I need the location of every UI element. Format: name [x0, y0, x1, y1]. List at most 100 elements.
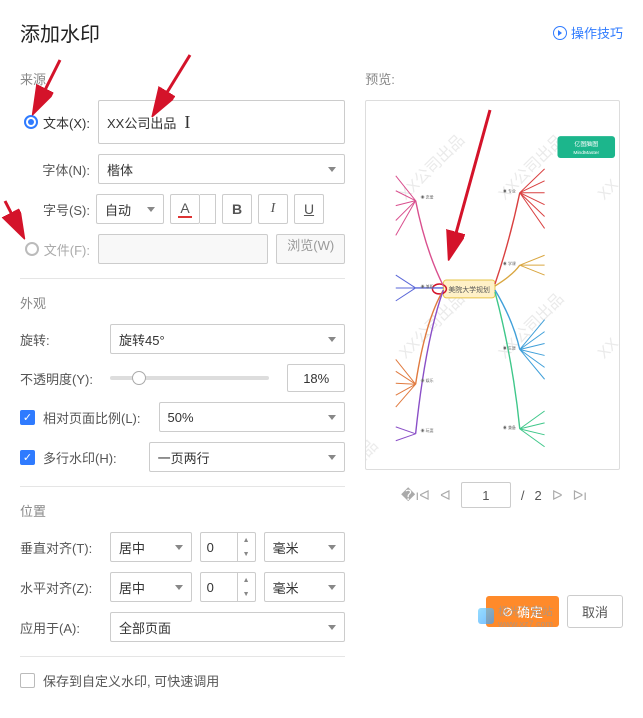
halign-unit[interactable]: 毫米	[264, 572, 346, 602]
multiline-value: 一页两行	[158, 448, 210, 467]
browse-button[interactable]: 浏览(W)	[276, 234, 345, 264]
page-total: 2	[534, 488, 541, 503]
scale-checkbox[interactable]: ✓	[20, 410, 35, 425]
tips-text: 操作技巧	[571, 23, 623, 42]
unit-value: 毫米	[273, 578, 299, 597]
text-radio[interactable]	[24, 115, 38, 129]
prev-page-button[interactable]: ᐊ	[440, 487, 451, 504]
halign-select[interactable]: 居中	[110, 572, 192, 602]
rotate-select[interactable]: 旋转45°	[110, 324, 345, 354]
svg-text:◉ 玩耍: ◉ 玩耍	[421, 428, 434, 433]
opacity-label: 不透明度(Y):	[20, 369, 102, 388]
page-input[interactable]: 1	[461, 482, 511, 508]
brand-icon	[478, 608, 494, 624]
font-label: 字体(N):	[20, 160, 90, 179]
preview-label: 预览:	[365, 69, 623, 88]
text-radio-label: 文本(X):	[43, 113, 90, 132]
svg-text:XX公司出品: XX公司出品	[396, 131, 469, 204]
svg-text:XX公司出品: XX公司出品	[495, 290, 568, 363]
chevron-down-icon	[328, 455, 336, 460]
svg-text:出品: 出品	[366, 436, 381, 469]
svg-text:亿图脑图: 亿图脑图	[575, 140, 599, 148]
page-sep: /	[521, 488, 525, 503]
font-color-dropdown[interactable]	[200, 194, 216, 224]
rotate-value: 旋转45°	[119, 330, 165, 349]
brand-url: www.xz7.com	[498, 619, 553, 629]
font-value: 楷体	[107, 160, 133, 179]
opacity-slider[interactable]	[110, 376, 269, 380]
underline-button[interactable]: U	[294, 194, 324, 224]
rotate-label: 旋转:	[20, 330, 102, 349]
size-value: 自动	[105, 200, 131, 219]
source-label: 来源	[20, 69, 345, 88]
last-page-button[interactable]: ᐅı	[572, 487, 587, 504]
size-select[interactable]: 自动	[96, 194, 164, 224]
svg-text:XX公司出品: XX公司出品	[396, 290, 469, 363]
unit-value: 毫米	[273, 538, 299, 557]
file-path-input	[98, 234, 268, 264]
valign-unit[interactable]: 毫米	[264, 532, 346, 562]
svg-text:◉ 学课: ◉ 学课	[503, 261, 516, 266]
multiline-checkbox[interactable]: ✓	[20, 450, 35, 465]
file-radio-label: 文件(F):	[44, 240, 90, 259]
file-radio[interactable]	[25, 242, 39, 256]
text-value: XX公司出品	[107, 113, 176, 132]
play-icon	[553, 26, 567, 40]
valign-offset[interactable]: 0 ▲▼	[200, 532, 256, 562]
cancel-button[interactable]: 取消	[567, 595, 623, 628]
save-custom-checkbox[interactable]	[20, 673, 35, 688]
watermark-text-input[interactable]: XX公司出品 I	[98, 100, 345, 144]
chevron-down-icon	[175, 585, 183, 590]
bold-button[interactable]: B	[222, 194, 252, 224]
font-select[interactable]: 楷体	[98, 154, 345, 184]
size-label: 字号(S):	[20, 200, 90, 219]
svg-text:MindMaster: MindMaster	[574, 150, 600, 156]
chevron-down-icon	[328, 625, 336, 630]
slider-thumb[interactable]	[132, 371, 146, 385]
svg-text:◉ 恋爱: ◉ 恋爱	[421, 195, 434, 200]
multiline-label: 多行水印(H):	[43, 448, 117, 467]
first-page-button[interactable]: �ıᐊ	[401, 487, 430, 504]
halign-offset-value: 0	[201, 573, 237, 601]
next-page-button[interactable]: ᐅ	[552, 487, 563, 504]
svg-text:◉ 娱乐: ◉ 娱乐	[421, 378, 434, 383]
halign-offset[interactable]: 0 ▲▼	[200, 572, 256, 602]
scale-label: 相对页面比例(L):	[43, 408, 141, 427]
scale-select[interactable]: 50%	[159, 402, 346, 432]
chevron-down-icon	[328, 415, 336, 420]
valign-label: 垂直对齐(T):	[20, 538, 102, 557]
dialog-title: 添加水印	[20, 18, 100, 47]
chevron-down-icon	[175, 545, 183, 550]
text-cursor-icon: I	[184, 112, 190, 133]
svg-text:美院大学规划: 美院大学规划	[449, 285, 491, 294]
svg-text:XX: XX	[595, 176, 619, 203]
halign-value: 居中	[119, 578, 145, 597]
brand-name: 极光下载站	[498, 603, 553, 619]
apply-label: 应用于(A):	[20, 618, 102, 637]
halign-label: 水平对齐(Z):	[20, 578, 102, 597]
svg-text:XX: XX	[595, 335, 619, 362]
save-custom-label: 保存到自定义水印, 可快速调用	[43, 671, 219, 690]
chevron-down-icon	[328, 545, 336, 550]
multiline-select[interactable]: 一页两行	[149, 442, 346, 472]
valign-value: 居中	[119, 538, 145, 557]
italic-button[interactable]: I	[258, 194, 288, 224]
svg-text:◉ 兼职: ◉ 兼职	[421, 284, 434, 289]
scale-value: 50%	[168, 410, 194, 425]
svg-text:◉ 生涯: ◉ 生涯	[503, 345, 516, 350]
apply-select[interactable]: 全部页面	[110, 612, 345, 642]
pager: �ıᐊ ᐊ 1 / 2 ᐅ ᐅı	[365, 482, 623, 508]
font-color-button[interactable]: A	[170, 194, 200, 224]
apply-value: 全部页面	[119, 618, 171, 637]
chevron-down-icon	[328, 337, 336, 342]
opacity-value[interactable]: 18%	[287, 364, 345, 392]
valign-select[interactable]: 居中	[110, 532, 192, 562]
position-label: 位置	[20, 501, 345, 520]
chevron-down-icon	[328, 167, 336, 172]
appearance-label: 外观	[20, 293, 345, 312]
valign-offset-value: 0	[201, 533, 237, 561]
chevron-down-icon	[328, 585, 336, 590]
svg-text:◉ 专业: ◉ 专业	[503, 189, 516, 194]
preview-pane: XX公司出品 XX公司出品 XX XX公司出品 XX公司出品 XX 出品 亿图脑…	[365, 100, 620, 470]
tips-link[interactable]: 操作技巧	[553, 23, 623, 42]
